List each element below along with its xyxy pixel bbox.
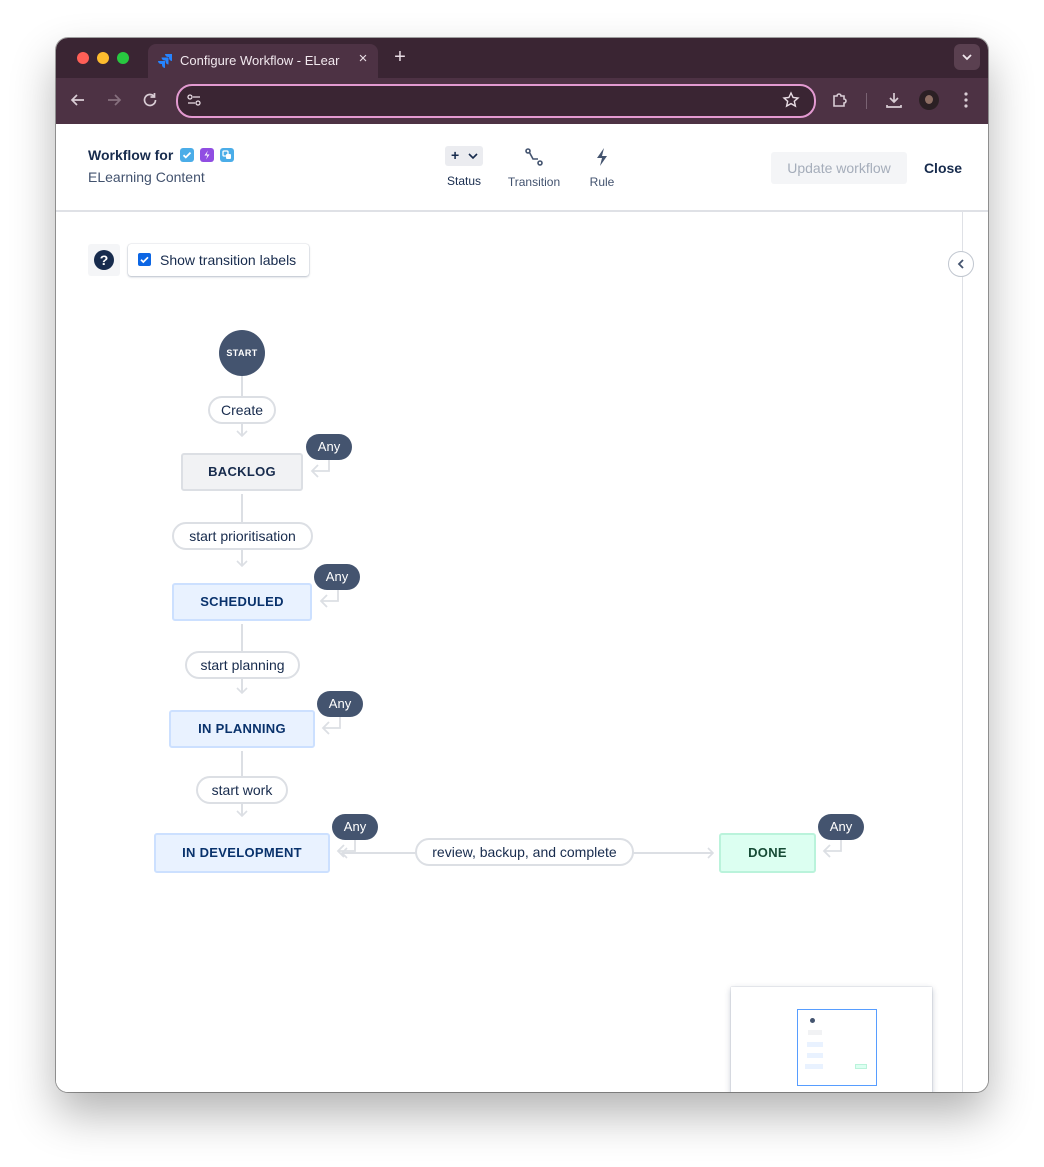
status-done[interactable]: DONE — [719, 833, 816, 873]
question-mark-icon: ? — [94, 250, 114, 270]
status-in-development[interactable]: IN DEVELOPMENT — [154, 833, 330, 873]
workflow-for-label: Workflow for — [88, 147, 174, 163]
reload-icon[interactable] — [140, 90, 160, 110]
minimap-scheduled — [807, 1042, 823, 1047]
browser-toolbar — [56, 78, 988, 124]
status-backlog[interactable]: BACKLOG — [181, 453, 303, 491]
minimap-panel — [731, 987, 932, 1092]
extensions-puzzle-icon[interactable] — [830, 90, 850, 110]
chevron-down-icon — [468, 153, 478, 160]
avatar-face — [925, 95, 933, 104]
chevron-left-icon — [957, 259, 964, 269]
toolbar-divider — [866, 93, 867, 109]
show-labels-text: Show transition labels — [160, 252, 297, 268]
chevron-down-icon — [962, 54, 972, 61]
show-labels-checkbox[interactable] — [138, 253, 151, 266]
subtask-type-icon — [220, 148, 234, 162]
add-status-button[interactable]: + — [445, 146, 483, 166]
profile-avatar[interactable] — [919, 90, 939, 110]
add-transition-tool[interactable]: Transition — [504, 146, 564, 189]
task-type-icon — [180, 148, 194, 162]
status-in-planning[interactable]: IN PLANNING — [169, 710, 315, 748]
epic-type-icon — [200, 148, 214, 162]
any-badge-in-development[interactable]: Any — [332, 814, 378, 840]
maximize-window-button[interactable] — [117, 52, 129, 64]
transition-tool-label: Transition — [507, 175, 561, 189]
kebab-menu-icon[interactable] — [956, 90, 976, 110]
expand-side-panel-button[interactable] — [948, 251, 974, 277]
tab-close-icon[interactable]: × — [354, 50, 372, 67]
back-arrow-icon[interactable] — [68, 90, 88, 110]
any-hook-planning — [321, 716, 341, 735]
workflow-canvas[interactable]: START Create BACKLOG Any start prioritis… — [56, 212, 962, 1092]
status-tool-label: Status — [446, 174, 482, 188]
any-hook-done — [822, 839, 842, 858]
minimap-viewport[interactable] — [797, 1009, 877, 1086]
help-button[interactable]: ? — [88, 244, 120, 276]
page-content: Workflow for ELearning Content + Status — [56, 124, 988, 1092]
jira-logo-icon — [158, 54, 172, 68]
any-hook-backlog — [310, 459, 330, 478]
tab-title: Configure Workflow - ELearning Content — [180, 53, 340, 68]
any-badge-in-planning[interactable]: Any — [317, 691, 363, 717]
any-badge-backlog[interactable]: Any — [306, 434, 352, 460]
transition-label-create[interactable]: Create — [208, 396, 276, 424]
tab-strip: Configure Workflow - ELearning Content ×… — [56, 38, 988, 78]
minimap-done — [855, 1064, 867, 1069]
close-button[interactable]: Close — [918, 152, 968, 184]
bookmark-star-icon[interactable] — [782, 91, 800, 109]
add-rule-tool[interactable]: Rule — [580, 146, 624, 189]
minimap-backlog — [808, 1030, 822, 1035]
download-icon[interactable] — [884, 90, 904, 110]
workflow-header: Workflow for ELearning Content + Status — [56, 124, 988, 212]
close-window-button[interactable] — [77, 52, 89, 64]
plus-icon: + — [451, 147, 460, 163]
start-node[interactable]: START — [219, 330, 265, 376]
minimize-window-button[interactable] — [97, 52, 109, 64]
transition-label-start-prioritisation[interactable]: start prioritisation — [172, 522, 313, 550]
transition-label-start-work[interactable]: start work — [196, 776, 288, 804]
forward-arrow-icon[interactable] — [104, 90, 124, 110]
new-tab-button[interactable]: + — [390, 46, 410, 69]
browser-tab[interactable]: Configure Workflow - ELearning Content × — [148, 44, 378, 78]
transition-icon — [525, 148, 543, 166]
minimap-start — [810, 1018, 815, 1023]
minimap-in-planning — [807, 1053, 823, 1058]
minimap-in-development — [805, 1064, 823, 1069]
add-status-tool[interactable]: + Status — [438, 146, 490, 188]
side-panel-divider — [962, 212, 963, 1092]
transition-label-start-planning[interactable]: start planning — [185, 651, 300, 679]
site-info-icon[interactable] — [186, 92, 202, 108]
any-hook-scheduled — [319, 589, 339, 608]
project-name: ELearning Content — [88, 169, 205, 185]
transition-label-review-backup-complete[interactable]: review, backup, and complete — [415, 838, 634, 866]
address-bar[interactable] — [176, 84, 816, 118]
update-workflow-button[interactable]: Update workflow — [771, 152, 907, 184]
any-badge-done[interactable]: Any — [818, 814, 864, 840]
any-badge-scheduled[interactable]: Any — [314, 564, 360, 590]
tab-search-button[interactable] — [954, 44, 980, 70]
rule-tool-label: Rule — [589, 175, 615, 189]
checkmark-icon — [140, 256, 149, 264]
show-transition-labels-toggle[interactable]: Show transition labels — [128, 244, 309, 276]
browser-window: Configure Workflow - ELearning Content ×… — [56, 38, 988, 1092]
lightning-bolt-icon — [597, 148, 607, 166]
status-scheduled[interactable]: SCHEDULED — [172, 583, 312, 621]
